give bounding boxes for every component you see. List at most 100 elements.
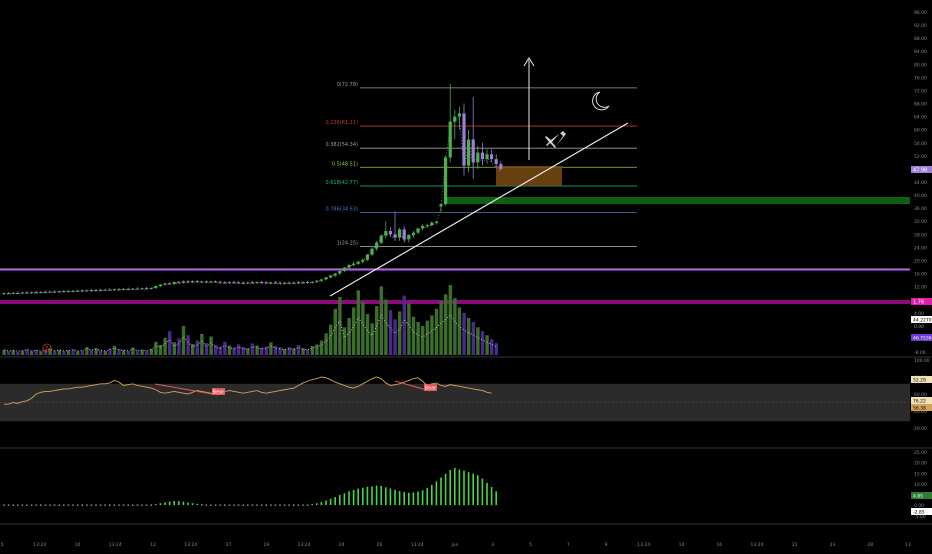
volume-bar	[20, 350, 25, 355]
volume-bar	[370, 323, 374, 355]
price-axis-tick: 64.00	[914, 115, 927, 121]
volume-bar	[264, 346, 268, 355]
macd-histogram-bar	[159, 503, 162, 506]
macd-histogram-bar	[256, 504, 258, 506]
volume-bar	[154, 341, 158, 355]
candle-body	[434, 221, 438, 223]
chart-workspace[interactable]: 0(72.78) 0.236(61.11) 0.382(54.34) 0.5(48.5…	[0, 0, 932, 550]
candle-body	[283, 282, 287, 284]
volume-bar	[117, 349, 121, 355]
macd-histogram-bar	[279, 504, 281, 506]
macd-histogram-bar	[306, 504, 309, 506]
candle-body	[379, 235, 383, 243]
volume-bar	[181, 325, 186, 355]
volume-bar	[246, 348, 250, 355]
macd-histogram-bar	[398, 491, 401, 506]
macd-histogram-bar	[435, 481, 438, 506]
volume-bar	[453, 298, 457, 355]
candle-body	[204, 281, 208, 283]
time-axis-tick: 13:24	[751, 542, 764, 548]
price-axis-tick: 84.00	[914, 49, 927, 55]
volume-bar	[352, 307, 356, 355]
volume-bar	[306, 349, 310, 355]
time-axis-tick: 21	[792, 542, 798, 548]
macd-histogram-bar	[375, 485, 378, 506]
volume-bar	[163, 337, 167, 355]
candle-body	[490, 154, 494, 160]
time-axis-tick: 5	[529, 542, 532, 548]
green-support-zone	[446, 197, 910, 204]
volume-bar	[480, 331, 485, 355]
volume-bar	[444, 294, 448, 355]
macd-histogram-bar	[449, 470, 451, 506]
candle-body	[370, 248, 374, 255]
macd-histogram-bar	[155, 504, 157, 506]
macd-histogram-bar	[454, 467, 456, 506]
candle-body	[214, 281, 218, 283]
volume-bar	[430, 315, 434, 355]
time-axis-tick: 7	[567, 542, 570, 548]
price-axis-tick: 88.00	[914, 36, 927, 42]
time-axis-tick: 13:24	[637, 542, 650, 548]
bear-label: Bear	[213, 390, 226, 396]
price-ma-line	[3, 116, 502, 295]
candle-body	[126, 288, 130, 290]
volume-bar	[80, 350, 84, 355]
volume-bar	[393, 319, 397, 355]
macd-histogram-bar	[421, 490, 424, 506]
macd-histogram-bar	[196, 503, 198, 506]
rsi-axis-tick: 20.00	[914, 426, 927, 432]
candle-body	[177, 282, 181, 284]
fib-level-label: 0(72.78)	[337, 82, 358, 88]
candle-body	[287, 282, 291, 284]
macd-histogram-bar	[214, 504, 217, 506]
candle-body	[384, 231, 388, 236]
macd-histogram-bar	[265, 504, 267, 506]
volume-bar	[172, 342, 176, 355]
candle-body	[85, 290, 89, 292]
macd-histogram-bar	[109, 504, 111, 506]
rsi-axis-tick: 100.00	[914, 358, 930, 364]
volume-bar	[457, 307, 462, 355]
volume-bar	[16, 351, 20, 355]
moon-icon	[592, 91, 610, 111]
price-axis-tick: 56.00	[914, 141, 927, 147]
candle-body	[43, 291, 47, 293]
macd-histogram-bar	[251, 504, 254, 506]
macd-histogram-bar	[219, 504, 221, 506]
macd-histogram-bar	[210, 504, 212, 506]
volume-bar	[269, 342, 273, 355]
macd-histogram-bar	[348, 491, 350, 506]
macd-histogram-bar	[458, 469, 461, 506]
candle-body	[361, 259, 365, 262]
candle-body	[338, 270, 342, 274]
volume-bar	[375, 306, 379, 355]
macd-histogram-bar	[67, 504, 70, 506]
macd-histogram-bar	[270, 504, 272, 506]
macd-histogram-bar	[490, 487, 493, 506]
macd-histogram-bar	[495, 491, 497, 506]
macd-histogram-bar	[288, 504, 290, 506]
candle-body	[333, 273, 337, 276]
macd-histogram-bar	[467, 472, 470, 506]
candle-body	[402, 229, 406, 240]
candle-body	[117, 289, 121, 291]
candle-body	[76, 290, 80, 292]
volume-bar	[89, 349, 94, 355]
time-axis-tick: 23	[830, 542, 836, 548]
candle-body	[145, 288, 149, 290]
volume-bar	[398, 311, 402, 355]
candle-body	[453, 116, 457, 122]
macd-histogram-bar	[3, 504, 5, 506]
macd-histogram-bar	[53, 504, 56, 506]
macd-histogram-bar	[168, 501, 171, 506]
volume-bar	[342, 327, 347, 355]
price-axis-tick: 44.00	[914, 180, 927, 186]
macd-histogram-bar	[385, 487, 387, 506]
candle-body	[122, 288, 126, 290]
price-axis-tick: 20.00	[914, 258, 927, 264]
candle-body	[241, 282, 245, 284]
price-axis-tick: 72.00	[914, 88, 927, 94]
macd-histogram-bar	[164, 502, 166, 506]
price-chart-svg[interactable]: 0(72.78) 0.236(61.11) 0.382(54.34) 0.5(48.5…	[0, 0, 932, 550]
